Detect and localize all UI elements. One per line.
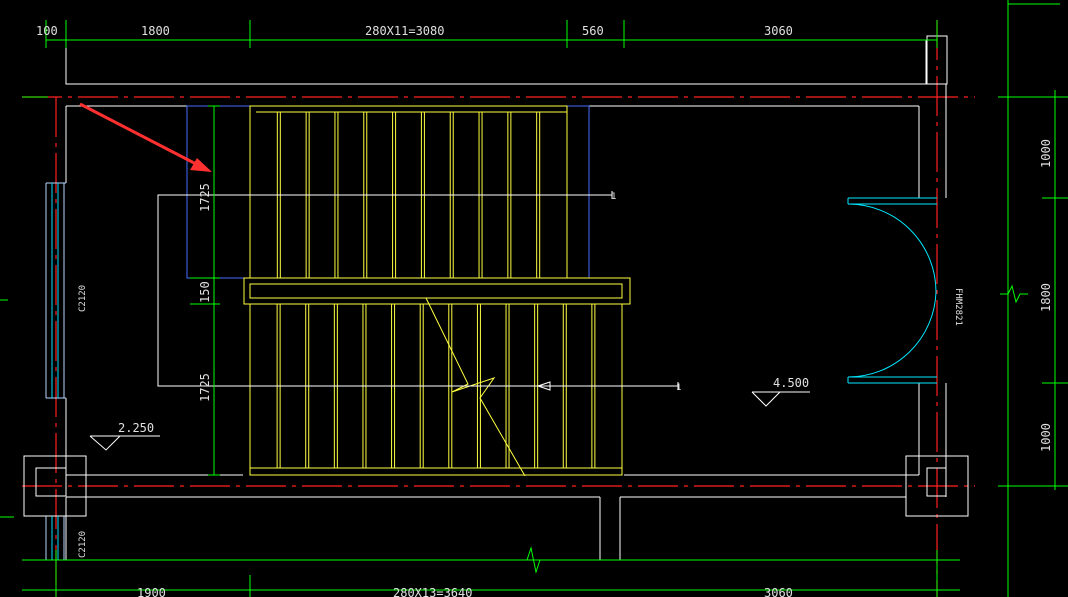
stair-handrail-well bbox=[243, 277, 631, 305]
dim-top-4: 560 bbox=[582, 24, 604, 38]
window-left-label: C2120 bbox=[78, 285, 88, 312]
elevation-mark-low: 2.250 bbox=[89, 421, 160, 451]
stair-upper-flight bbox=[249, 105, 568, 279]
dimension-labels-right: 1000 1800 1000 bbox=[1039, 139, 1053, 452]
dim-bottom-1: 1900 bbox=[137, 586, 166, 597]
dim-flight-landing: 150 bbox=[198, 281, 212, 303]
window-bottom bbox=[45, 516, 65, 560]
dimension-labels-top: 100 1800 280X11=3080 560 3060 bbox=[36, 24, 793, 38]
up-mark-upper: 1 bbox=[611, 192, 616, 202]
dim-top-1: 100 bbox=[36, 24, 58, 38]
dimension-labels-bottom: 1900 280X13=3640 3060 bbox=[137, 586, 793, 597]
dim-flight-upper: 1725 bbox=[198, 183, 212, 212]
elevation-mark-high: 4.500 bbox=[751, 376, 810, 407]
dim-right-3: 1000 bbox=[1039, 423, 1053, 452]
dim-right-1: 1000 bbox=[1039, 139, 1053, 168]
window-bottom-label: C2120 bbox=[78, 531, 88, 558]
landing-outline bbox=[186, 105, 590, 279]
dim-top-2: 1800 bbox=[141, 24, 170, 38]
elevation-low-text: 2.250 bbox=[118, 421, 154, 435]
stair-break-line bbox=[425, 297, 526, 477]
stair-lower-flight bbox=[249, 303, 623, 476]
dim-flight-lower: 1725 bbox=[198, 373, 212, 402]
dim-top-3: 280X11=3080 bbox=[365, 24, 444, 38]
stair-plan-drawing: 1 1 FHM2821 100 1800 280X11=3080 560 306… bbox=[0, 0, 1068, 597]
door-swing bbox=[847, 197, 937, 384]
walk-direction-line bbox=[157, 191, 679, 391]
dim-bottom-2: 280X13=3640 bbox=[393, 586, 472, 597]
dim-right-2: 1800 bbox=[1039, 283, 1053, 312]
door-label: FHM2821 bbox=[953, 288, 963, 326]
dimension-labels-flight: 1725 150 1725 bbox=[198, 183, 212, 402]
up-mark-lower: 1 bbox=[676, 383, 681, 393]
annotation-arrow bbox=[79, 102, 212, 172]
elevation-high-text: 4.500 bbox=[773, 376, 809, 390]
axis-lines bbox=[22, 20, 975, 597]
dim-top-5: 3060 bbox=[764, 24, 793, 38]
dim-bottom-3: 3060 bbox=[764, 586, 793, 597]
